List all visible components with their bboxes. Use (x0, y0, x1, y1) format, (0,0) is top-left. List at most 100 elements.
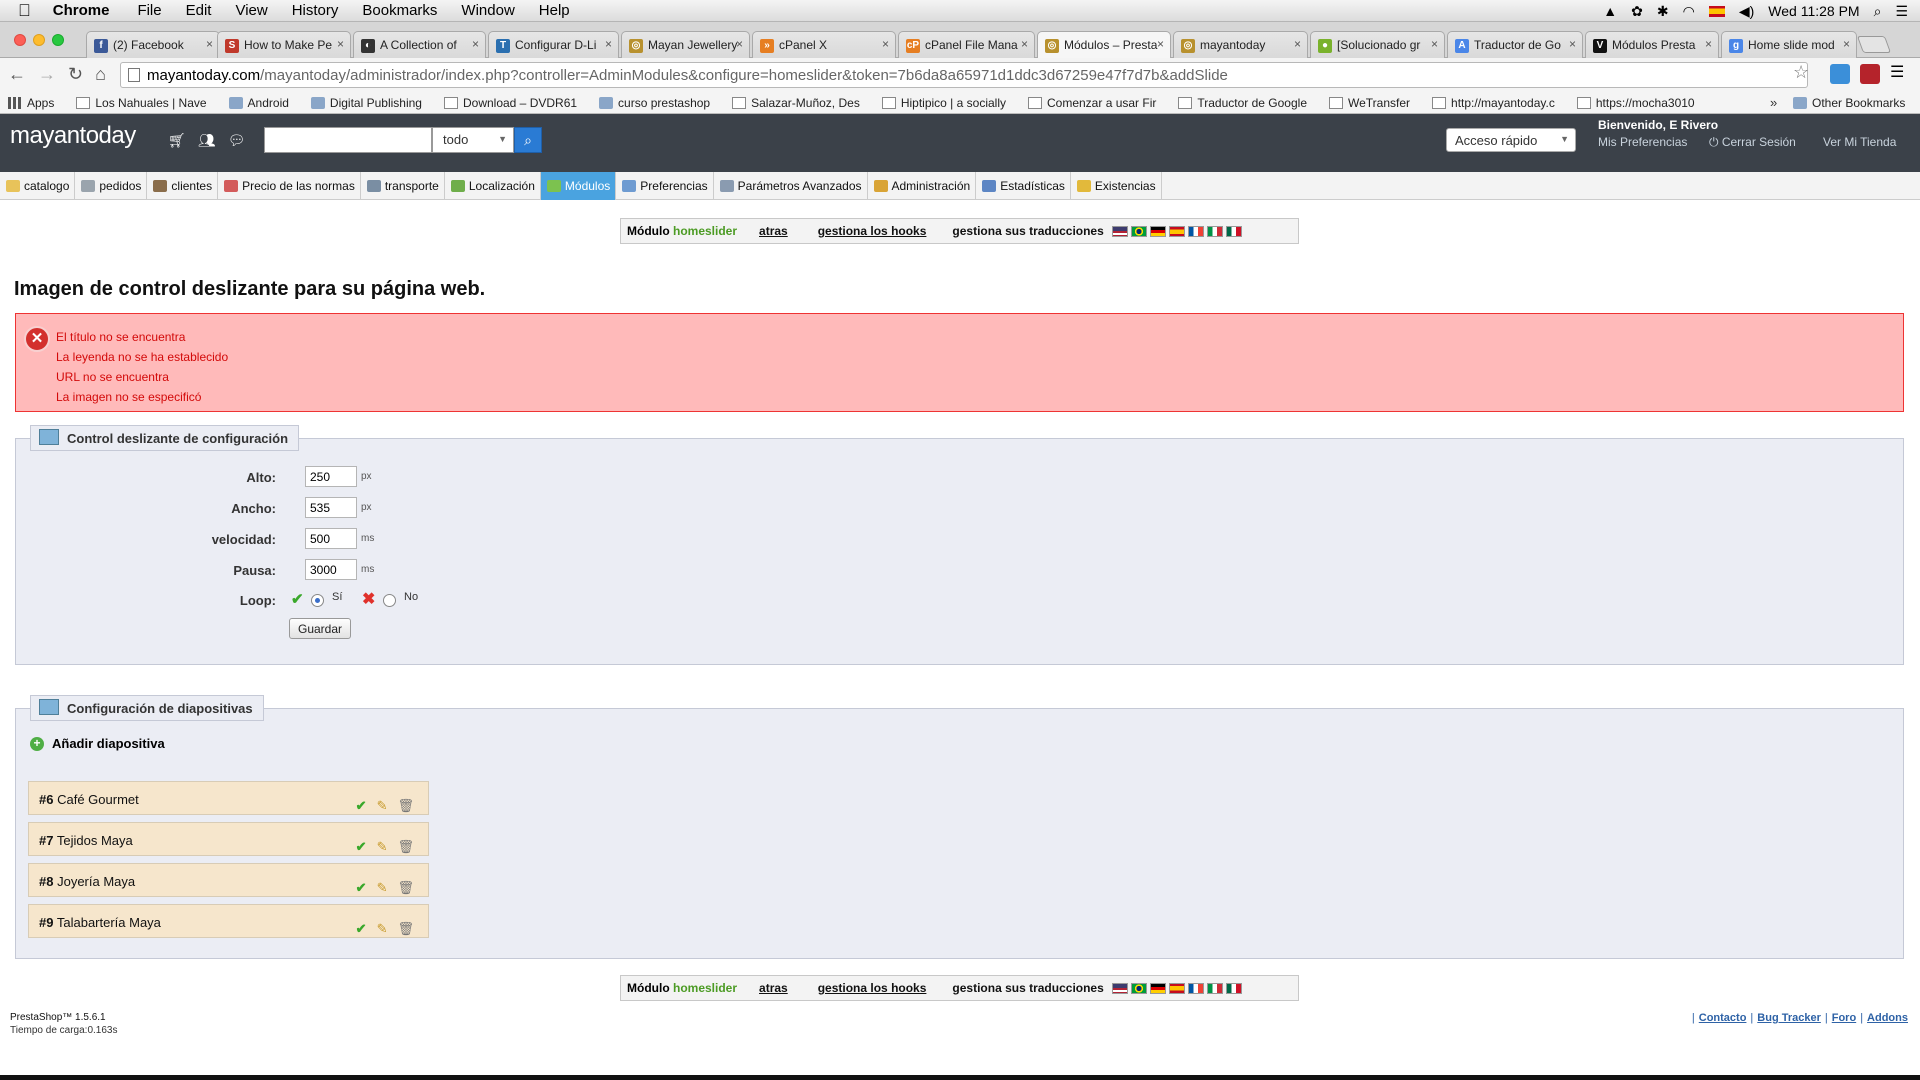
flag-br-icon[interactable] (1130, 982, 1147, 994)
clock[interactable]: Wed 11:28 PM (1768, 3, 1859, 19)
menu-bookmarks[interactable]: Bookmarks (362, 2, 437, 19)
drive-icon[interactable]: ▲ (1603, 3, 1617, 19)
manage-hooks-link[interactable]: gestiona los hooks (818, 224, 927, 238)
delete-icon[interactable]: 🗑︎ (397, 921, 414, 937)
bookmark-item[interactable]: Digital Publishing (310, 96, 422, 110)
bookmark-item[interactable]: https://mocha3010 (1576, 96, 1695, 110)
spotlight-icon[interactable]: ⌕ (1874, 3, 1882, 20)
flag-en-icon[interactable] (1111, 982, 1128, 994)
messages-icon[interactable]: 💬︎ (228, 132, 246, 149)
close-tab-icon[interactable]: × (882, 37, 889, 51)
browser-tab[interactable]: g Home slide mod × (1721, 31, 1857, 58)
chrome-menu-icon[interactable]: ☰ (1890, 64, 1910, 84)
edit-icon[interactable]: ✎ (377, 839, 388, 855)
bookmark-item[interactable]: Hiptipico | a socially (881, 96, 1006, 110)
other-bookmarks[interactable]: Other Bookmarks (1793, 96, 1905, 110)
admin-menu-item[interactable]: transporte (361, 172, 445, 200)
browser-tab[interactable]: V Módulos Presta × (1585, 31, 1719, 58)
add-slide-link[interactable]: + Añadir diapositiva (30, 736, 165, 751)
close-tab-icon[interactable]: × (1294, 37, 1301, 51)
admin-menu-item[interactable]: Administración (868, 172, 977, 200)
menu-window[interactable]: Window (461, 2, 514, 19)
forum-link[interactable]: Foro (1832, 1012, 1856, 1024)
browser-tab[interactable]: cP cPanel File Mana × (898, 31, 1035, 58)
admin-menu-item[interactable]: Localización (445, 172, 541, 200)
new-tab-button[interactable] (1856, 36, 1892, 53)
flag-it-icon[interactable] (1206, 982, 1223, 994)
browser-tab[interactable]: S How to Make Pe × (217, 31, 351, 58)
back-link[interactable]: atras (759, 981, 788, 995)
browser-tab[interactable]: f (2) Facebook × (86, 31, 220, 58)
admin-menu-item[interactable]: catalogo (0, 172, 76, 200)
delete-icon[interactable]: 🗑︎ (397, 880, 414, 896)
search-scope-select[interactable]: todo ▼ (432, 127, 514, 153)
edit-icon[interactable]: ✎ (377, 880, 388, 896)
close-tab-icon[interactable]: × (472, 37, 479, 51)
flag-br-icon[interactable] (1130, 225, 1147, 237)
close-tab-icon[interactable]: × (736, 37, 743, 51)
customers-icon[interactable]: 👥︎ (198, 132, 216, 149)
addons-link[interactable]: Addons (1867, 1012, 1908, 1024)
url-bar[interactable]: mayantoday.com/mayantoday/administrador/… (120, 62, 1808, 88)
flag-fr-icon[interactable] (1187, 225, 1204, 237)
admin-menu-item[interactable]: Estadísticas (976, 172, 1071, 200)
apple-icon[interactable]:  (18, 1, 31, 21)
active-check-icon[interactable]: ✔ (356, 921, 367, 937)
manage-hooks-link[interactable]: gestiona los hooks (818, 981, 927, 995)
admin-menu-item[interactable]: Precio de las normas (218, 172, 361, 200)
save-button[interactable]: Guardar (289, 618, 352, 639)
logout-link[interactable]: ⏻ Cerrar Sesión (1709, 135, 1796, 150)
close-tab-icon[interactable]: × (1843, 37, 1850, 51)
admin-menu-item[interactable]: Existencias (1071, 172, 1162, 200)
loop-yes-radio[interactable] (311, 594, 324, 607)
close-tab-icon[interactable]: × (337, 37, 344, 51)
shop-logo[interactable]: mayantoday (10, 122, 136, 150)
zoom-window-button[interactable] (52, 34, 64, 46)
quick-access-select[interactable]: Acceso rápido ▼ (1446, 128, 1576, 152)
bug-tracker-link[interactable]: Bug Tracker (1757, 1012, 1821, 1024)
flag-fr-icon[interactable] (1187, 982, 1204, 994)
browser-tab[interactable]: » cPanel X × (752, 31, 896, 58)
volume-icon[interactable]: ◀) (1739, 3, 1754, 20)
view-shop-link[interactable]: Ver Mi Tienda (1823, 135, 1896, 149)
delete-icon[interactable]: 🗑︎ (397, 839, 414, 855)
flag-it-icon[interactable] (1206, 225, 1223, 237)
close-tab-icon[interactable]: × (206, 37, 213, 51)
close-tab-icon[interactable]: × (1705, 37, 1712, 51)
menu-edit[interactable]: Edit (186, 2, 212, 19)
admin-menu-item[interactable]: Preferencias (616, 172, 714, 200)
speed-input[interactable]: 500 (305, 528, 357, 549)
flag-en-icon[interactable] (1111, 225, 1128, 237)
browser-tab[interactable]: A Traductor de Go × (1447, 31, 1583, 58)
flag-es-icon[interactable] (1168, 982, 1185, 994)
admin-menu-item[interactable]: clientes (147, 172, 219, 200)
active-check-icon[interactable]: ✔ (356, 880, 367, 896)
back-link[interactable]: atras (759, 224, 788, 238)
close-tab-icon[interactable]: × (1157, 37, 1164, 51)
bookmark-item[interactable]: Traductor de Google (1178, 96, 1307, 110)
flag-icon[interactable] (1708, 5, 1725, 17)
bookmark-star-icon[interactable]: ☆ (1793, 62, 1809, 83)
home-icon[interactable]: ⌂ (95, 64, 106, 85)
bookmark-item[interactable]: curso prestashop (599, 96, 710, 110)
flag-es-icon[interactable] (1168, 225, 1185, 237)
browser-tab[interactable]: ◎ mayantoday × (1173, 31, 1308, 58)
admin-menu-item[interactable]: Módulos (540, 172, 617, 200)
browser-tab[interactable]: ◎ Módulos – Presta × (1037, 31, 1171, 59)
pause-input[interactable]: 3000 (305, 559, 357, 580)
close-tab-icon[interactable]: × (1021, 37, 1028, 51)
active-check-icon[interactable]: ✔ (356, 798, 367, 814)
contact-link[interactable]: Contacto (1699, 1012, 1747, 1024)
back-icon[interactable]: ← (8, 64, 26, 85)
bookmark-item[interactable]: Los Nahuales | Nave (76, 96, 207, 110)
loop-no-radio[interactable] (383, 594, 396, 607)
search-input[interactable] (264, 127, 432, 153)
forward-icon[interactable]: → (38, 64, 56, 85)
bookmark-item[interactable]: Comenzar a usar Fir (1028, 96, 1156, 110)
extension-v-icon[interactable] (1860, 64, 1880, 84)
active-check-icon[interactable]: ✔ (356, 839, 367, 855)
admin-menu-item[interactable]: Parámetros Avanzados (714, 172, 868, 200)
bookmarks-overflow[interactable]: » (1770, 95, 1777, 110)
app-menu[interactable]: Chrome (53, 2, 110, 19)
search-button[interactable]: ⌕ (514, 127, 542, 153)
